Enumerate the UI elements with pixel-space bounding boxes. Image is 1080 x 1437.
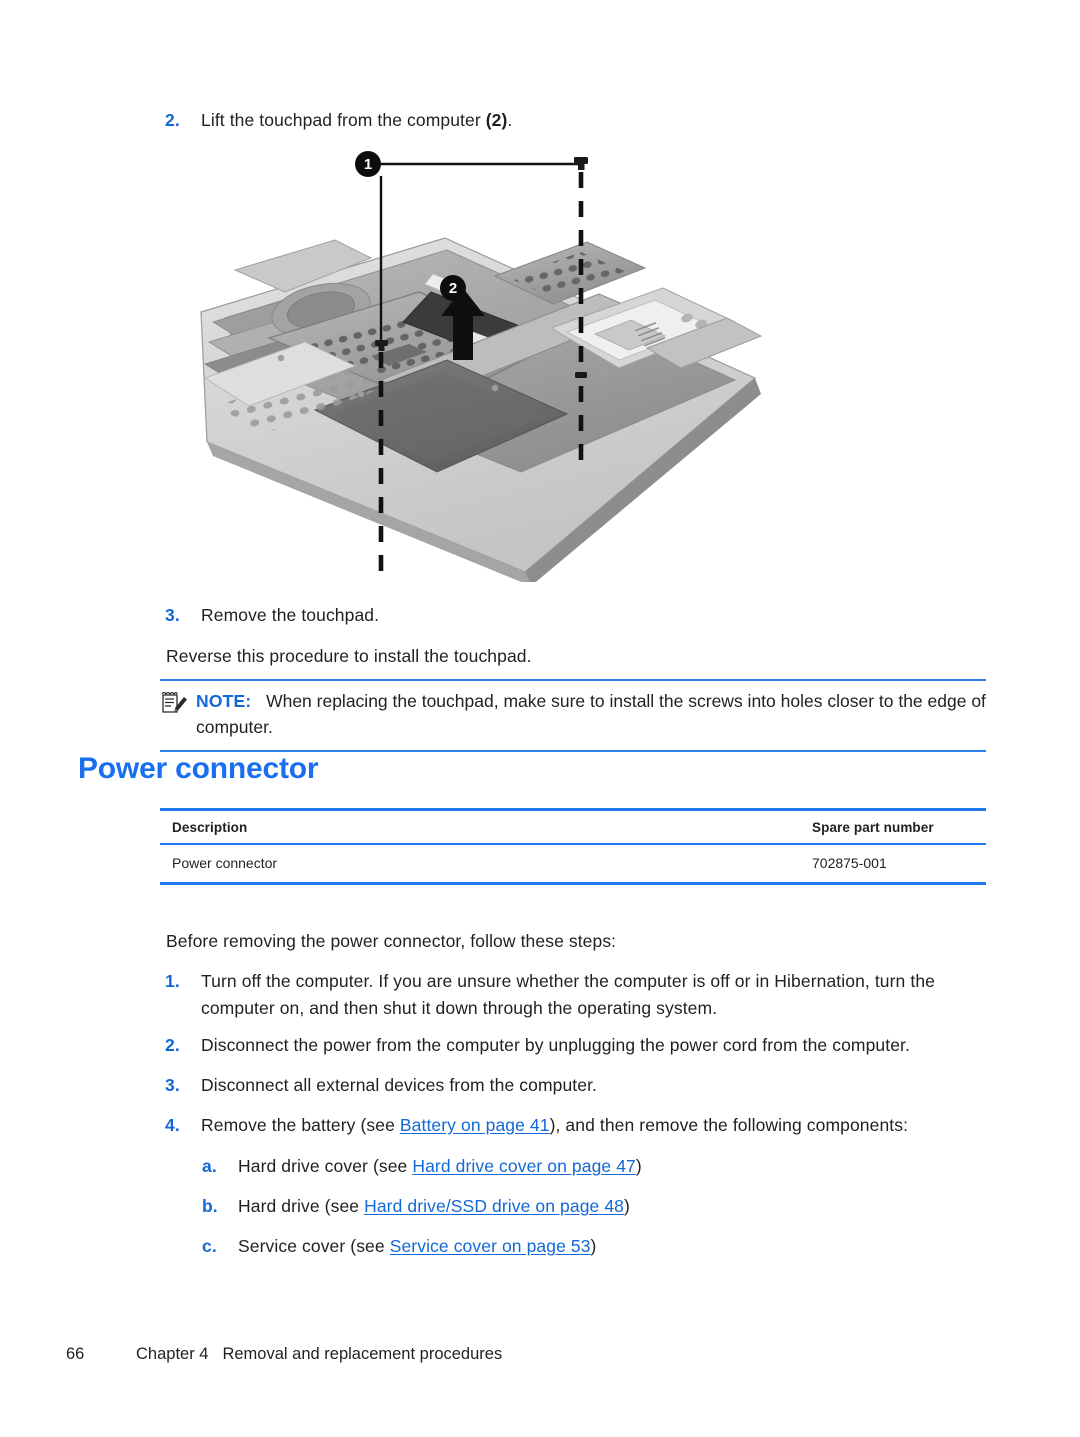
column-header-spare-part-number: Spare part number xyxy=(800,808,986,845)
step-marker: 2. xyxy=(165,110,180,130)
substep-text-lead: Hard drive (see xyxy=(238,1196,365,1216)
column-header-description: Description xyxy=(160,808,800,845)
note-callout: NOTE: When replacing the touchpad, make … xyxy=(160,679,986,752)
procedure-step-3: 3. Disconnect all external devices from … xyxy=(165,1072,955,1099)
substep-text: Hard drive (see Hard drive/SSD drive on … xyxy=(238,1193,962,1220)
page-title: Power connector xyxy=(78,752,319,785)
step-text-bold: (2) xyxy=(485,110,508,130)
note-inner: NOTE: When replacing the touchpad, make … xyxy=(160,688,986,741)
step-text-tail: . xyxy=(507,110,513,130)
table-row: Power connector 702875-001 xyxy=(160,844,986,885)
link-hard-drive-cover-page-47[interactable]: Hard drive cover on page 47 xyxy=(412,1156,636,1176)
step-marker: 3. xyxy=(165,1075,180,1095)
step-marker: 1. xyxy=(165,971,180,991)
spare-part-table: Description Spare part number Power conn… xyxy=(160,808,986,885)
substep-text-lead: Hard drive cover (see xyxy=(238,1156,413,1176)
step-text: Turn off the computer. If you are unsure… xyxy=(201,971,935,1019)
callout-badge-2: 2 xyxy=(440,275,466,301)
link-battery-page-41[interactable]: Battery on page 41 xyxy=(400,1115,550,1135)
callout-badge-1: 1 xyxy=(355,151,381,177)
screw-icon-right xyxy=(574,157,588,170)
document-page: 2. Lift the touchpad from the computer (… xyxy=(0,0,1080,1437)
figure-artwork xyxy=(200,157,763,582)
substep-text-tail: ) xyxy=(624,1196,630,1216)
screw-boss-d xyxy=(599,370,607,378)
substep-marker: a. xyxy=(202,1156,217,1176)
step-remove-touchpad: 3. Remove the touchpad. xyxy=(165,602,865,629)
substep-text-tail: ) xyxy=(635,1156,642,1176)
step-text: Remove the battery (see Battery on page … xyxy=(201,1112,955,1139)
substep-b: b. Hard drive (see Hard drive/SSD drive … xyxy=(202,1193,962,1220)
step-text: Disconnect the power from the computer b… xyxy=(201,1035,910,1055)
step-text-lead: Remove the battery (see xyxy=(201,1115,400,1135)
note-pad-pencil-icon xyxy=(161,691,187,713)
cell-description: Power connector xyxy=(160,844,800,885)
note-text: When replacing the touchpad, make sure t… xyxy=(196,691,986,738)
procedure-step-2: 2. Disconnect the power from the compute… xyxy=(165,1032,955,1059)
note-text-spacer xyxy=(256,691,266,711)
link-service-cover-page-53[interactable]: Service cover on page 53 xyxy=(390,1236,591,1256)
intro-paragraph: Before removing the power connector, fol… xyxy=(166,931,617,951)
step-text: Disconnect all external devices from the… xyxy=(201,1075,598,1095)
footer-page-number: 66 xyxy=(66,1345,85,1363)
footer-chapter: Chapter 4 xyxy=(136,1345,209,1363)
procedure-step-4: 4. Remove the battery (see Battery on pa… xyxy=(165,1112,955,1139)
table-header-row: Description Spare part number xyxy=(160,808,986,845)
cell-spare-part-number: 702875-001 xyxy=(800,844,986,885)
step-text-lead: Lift the touchpad from the computer xyxy=(201,110,486,130)
substep-text-tail: ) xyxy=(590,1236,597,1256)
page-footer: 66 Chapter 4 Removal and replacement pro… xyxy=(66,1345,502,1364)
substep-c: c. Service cover (see Service cover on p… xyxy=(202,1233,962,1260)
substep-a: a. Hard drive cover (see Hard drive cove… xyxy=(202,1153,962,1180)
screw-boss-c xyxy=(491,384,499,392)
step-text: Lift the touchpad from the computer (2). xyxy=(201,107,865,134)
step-marker: 3. xyxy=(165,605,180,625)
screw-boss-a xyxy=(277,354,285,362)
substep-marker: c. xyxy=(202,1236,217,1256)
footer-title: Removal and replacement procedures xyxy=(222,1345,503,1363)
substep-text: Hard drive cover (see Hard drive cover o… xyxy=(238,1153,962,1180)
screw-boss-b xyxy=(357,390,365,398)
procedure-step-1: 1. Turn off the computer. If you are uns… xyxy=(165,968,955,1022)
substep-marker: b. xyxy=(202,1196,218,1216)
screw-icon-right-bottom xyxy=(575,372,587,378)
substep-text-lead: Service cover (see xyxy=(238,1236,390,1256)
step-text: Remove the touchpad. xyxy=(201,605,380,625)
substep-text: Service cover (see Service cover on page… xyxy=(238,1233,962,1260)
link-hard-drive-ssd-page-48[interactable]: Hard drive/SSD drive on page 48 xyxy=(364,1196,624,1216)
step-marker: 2. xyxy=(165,1035,180,1055)
step-marker: 4. xyxy=(165,1115,180,1135)
note-label: NOTE: xyxy=(196,691,252,711)
step-lift-touchpad: 2. Lift the touchpad from the computer (… xyxy=(165,107,865,134)
reverse-procedure-paragraph: Reverse this procedure to install the to… xyxy=(166,646,532,666)
step-text-tail: ), and then remove the following compone… xyxy=(549,1115,909,1135)
touchpad-removal-illustration: 1 2 xyxy=(195,142,795,582)
